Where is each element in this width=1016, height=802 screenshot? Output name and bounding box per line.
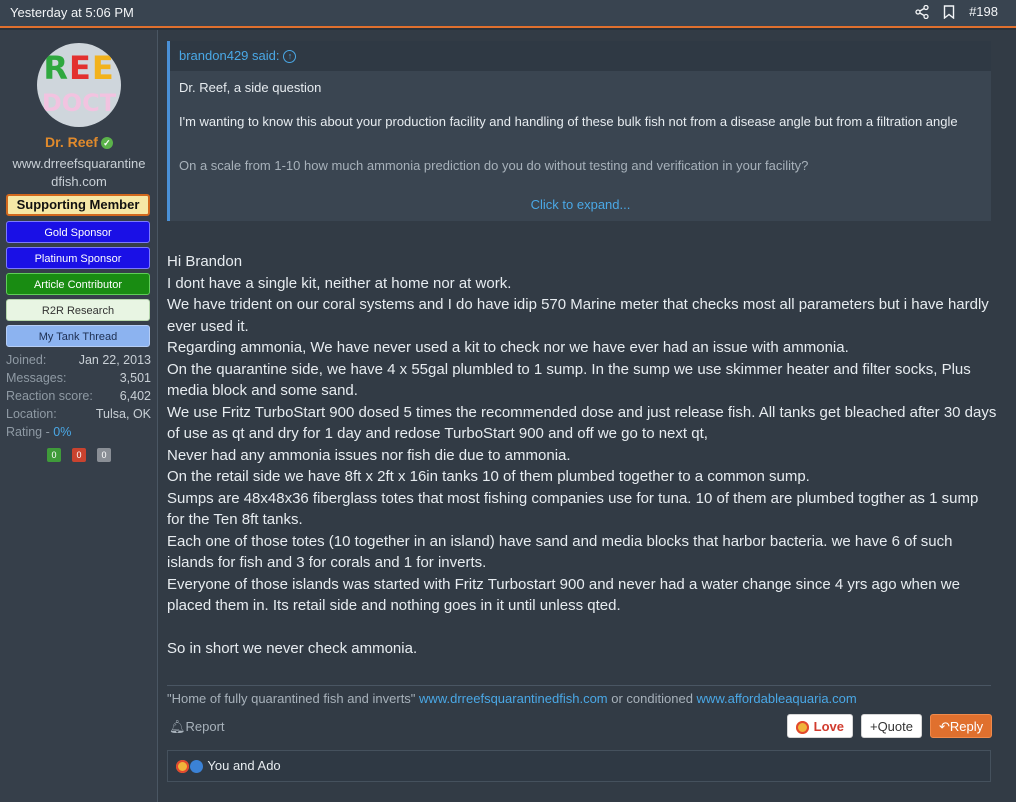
post-line: I dont have a single kit, neither at hom… [167, 274, 512, 292]
plus-icon: + [869, 719, 878, 734]
post-line: On the retail side we have 8ft x 2ft x 1… [167, 468, 810, 485]
user-title: www.drreefsquarantine dfish.com [0, 155, 158, 191]
stat-value: 6,402 [119, 389, 151, 403]
stat-value: 3,501 [119, 371, 151, 385]
post-actions: #198 [915, 4, 998, 19]
quote-author[interactable]: brandon429 said: [179, 48, 279, 63]
rating-negative-count: 0 [72, 448, 86, 462]
avatar-text-bottom: DOCT [41, 89, 117, 117]
post-line: Hi Brandon [167, 253, 243, 270]
post-line: We have trident on our coral systems and… [167, 296, 993, 335]
stat-value: Jan 22, 2013 [78, 353, 151, 367]
username-label[interactable]: Dr. Reef [45, 134, 98, 150]
share-icon[interactable] [915, 4, 929, 19]
jump-to-quote-icon[interactable]: ↑ [283, 50, 297, 64]
report-button[interactable]: 🔔︎Report [169, 719, 225, 735]
stat-location: Location: Tulsa, OK [6, 405, 151, 423]
reply-label: Reply [949, 719, 984, 734]
rating-counts: 0 0 0 [47, 448, 111, 462]
r2r-research-badge: R2R Research [6, 299, 150, 321]
reaction-actions: Love +Quote ↶Reply [787, 714, 993, 738]
signature: "Home of fully quarantined fish and inve… [167, 685, 991, 706]
signature-link-affordable[interactable]: www.affordableaquaria.com [697, 691, 857, 706]
reply-icon: ↶ [938, 719, 950, 734]
gold-sponsor-badge: Gold Sponsor [6, 221, 150, 243]
signature-link-drreef[interactable]: www.drreefsquarantinedfish.com [419, 691, 608, 706]
user-rating: Rating - 0% [6, 425, 71, 439]
love-emoji-icon [796, 721, 809, 735]
user-sidebar: REE DOCT Dr. Reef ✓ www.drreefsquarantine… [0, 30, 158, 802]
post-line: Everyone of those islands was started wi… [167, 575, 965, 615]
stat-joined: Joined: Jan 22, 2013 [6, 351, 151, 369]
stat-label: Location: [6, 407, 57, 421]
like-reaction-icon [190, 760, 203, 774]
reply-button[interactable]: ↶Reply [929, 714, 993, 738]
quote-paragraph: I'm wanting to know this about your prod… [179, 114, 958, 129]
user-stats: Joined: Jan 22, 2013 Messages: 3,501 React… [6, 351, 151, 423]
avatar[interactable]: REE DOCT [37, 43, 121, 127]
love-button[interactable]: Love [787, 714, 853, 738]
supporting-member-badge: Supporting Member [6, 194, 150, 216]
quote-body: Dr. Reef, a side question I'm wanting to… [179, 79, 979, 191]
signature-middle: or conditioned [607, 691, 697, 706]
username[interactable]: Dr. Reef ✓ [0, 134, 158, 150]
post-header-bar: Yesterday at 5:06 PM #198 [0, 0, 1016, 28]
report-icon: 🔔︎ [169, 719, 186, 734]
article-contributor-badge: Article Contributor [6, 273, 150, 295]
avatar-text-top: REE [43, 49, 115, 87]
quote-header[interactable]: brandon429 said: ↑ [170, 41, 991, 71]
my-tank-thread-badge[interactable]: My Tank Thread [6, 325, 150, 347]
post-date[interactable]: Yesterday at 5:06 PM [10, 5, 134, 20]
post-content: brandon429 said: ↑ Dr. Reef, a side quest… [158, 30, 1016, 802]
post-line: We use Fritz TurboStart 900 dosed 5 time… [167, 403, 1001, 443]
post-line: On the quarantine side, we have 4 x 55ga… [167, 360, 975, 400]
quote-block: brandon429 said: ↑ Dr. Reef, a side quest… [167, 41, 991, 221]
post-line: Sumps are 48x48x36 fiberglass totes that… [167, 489, 983, 529]
platinum-sponsor-badge: Platinum Sponsor [6, 247, 150, 269]
post-line: Never had any ammonia issues nor fish di… [167, 446, 571, 464]
user-title-line1: www.drreefsquarantine [12, 156, 146, 171]
stat-label: Reaction score: [6, 389, 93, 403]
rating-label: Rating - [6, 425, 54, 439]
reactions-text[interactable]: You and Ado [207, 758, 280, 773]
stat-value: Tulsa, OK [95, 407, 151, 421]
stat-reaction-score: Reaction score: 6,402 [6, 387, 151, 405]
stat-label: Messages: [6, 371, 67, 385]
quote-paragraph: On a scale from 1-10 how much ammonia pr… [179, 158, 809, 173]
love-reaction-icon [176, 760, 189, 774]
verified-icon: ✓ [100, 137, 113, 150]
bookmark-icon[interactable] [943, 4, 955, 19]
quote-label: Quote [877, 719, 913, 734]
rating-neutral-count: 0 [97, 448, 111, 462]
user-title-line2: dfish.com [51, 174, 107, 189]
post-line: Regarding ammonia, We have never used a … [167, 339, 849, 356]
click-to-expand-link[interactable]: Click to expand... [170, 193, 991, 221]
quote-button[interactable]: +Quote [860, 714, 922, 738]
post-line: Each one of those totes (10 together in … [167, 532, 957, 572]
reactions-bar[interactable]: You and Ado [167, 750, 991, 782]
post-number-link[interactable]: #198 [969, 4, 998, 19]
rating-positive-count: 0 [47, 448, 61, 462]
post-line: So in short we never check ammonia. [167, 640, 418, 657]
quote-paragraph: Dr. Reef, a side question [179, 80, 322, 95]
stat-messages: Messages: 3,501 [6, 369, 151, 387]
signature-text: "Home of fully quarantined fish and inve… [167, 691, 416, 706]
rating-value: 0% [53, 425, 72, 439]
love-label: Love [813, 719, 844, 734]
post-body: Hi Brandon I dont have a single kit, nei… [167, 251, 997, 660]
stat-label: Joined: [6, 353, 47, 367]
post-line [167, 617, 997, 639]
report-label: Report [185, 719, 225, 734]
